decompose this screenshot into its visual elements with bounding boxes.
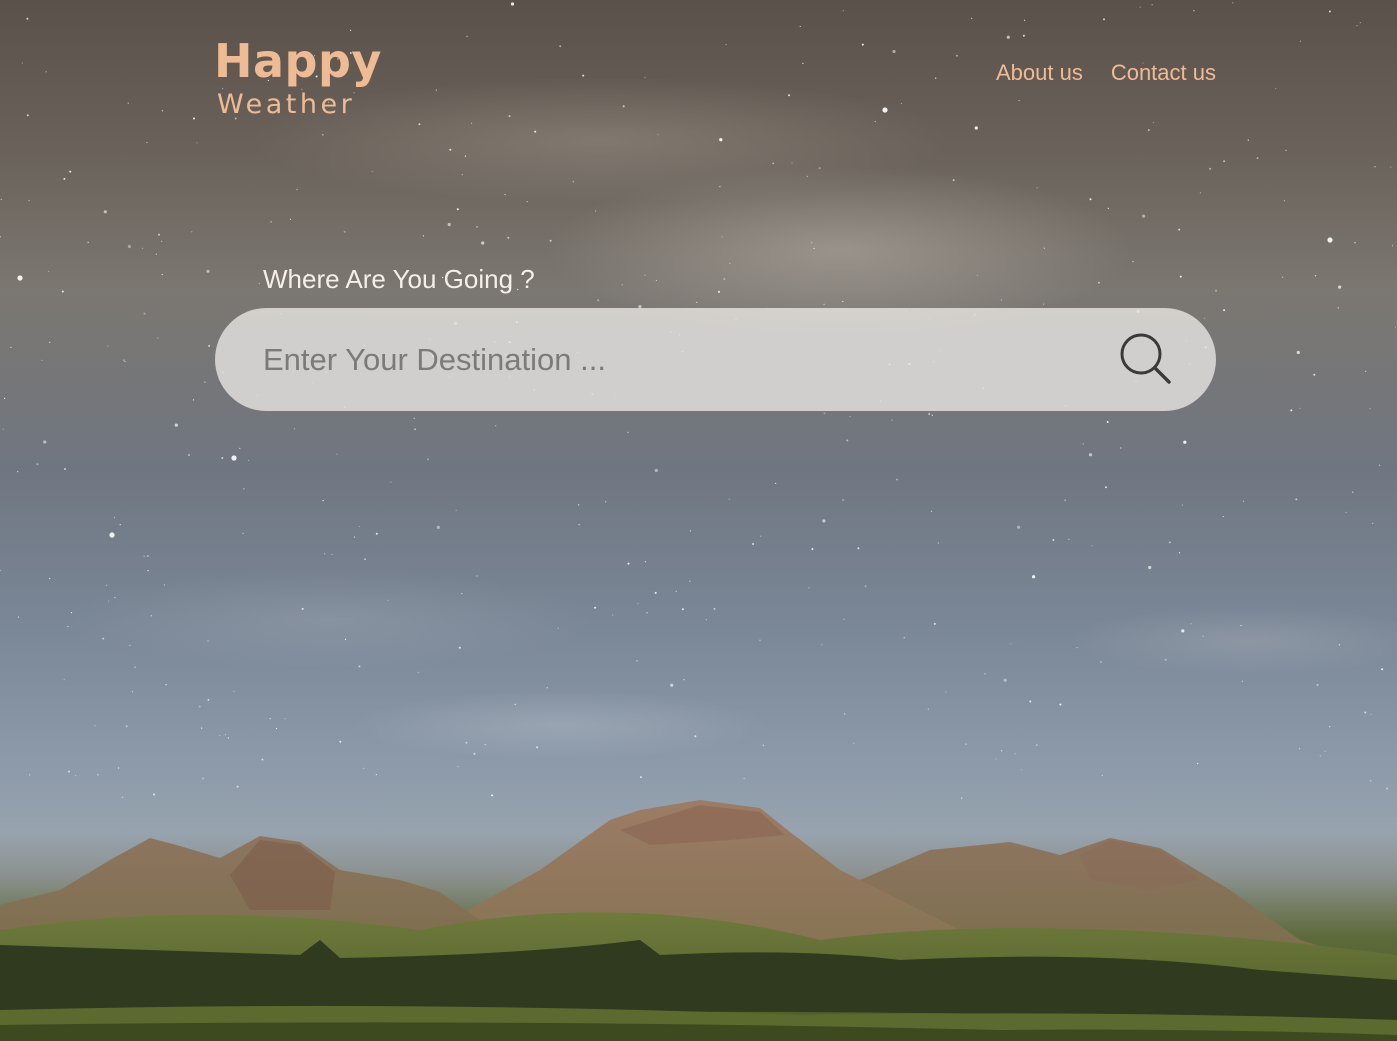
page: Happy Weather About us Contact us Where … xyxy=(0,0,1397,1041)
search-bar xyxy=(215,308,1216,411)
mountain-landscape xyxy=(0,800,1397,1041)
search-icon[interactable] xyxy=(1117,330,1177,390)
nav-link-contact-us[interactable]: Contact us xyxy=(1111,60,1216,86)
top-nav: About us Contact us xyxy=(996,60,1216,86)
logo-subtitle: Weather xyxy=(217,89,356,120)
search-label: Where Are You Going ? xyxy=(263,264,535,294)
destination-search-input[interactable] xyxy=(263,308,1083,411)
logo[interactable]: Happy Weather xyxy=(214,32,382,120)
logo-title: Happy xyxy=(214,34,382,88)
nav-link-about-us[interactable]: About us xyxy=(996,60,1083,86)
